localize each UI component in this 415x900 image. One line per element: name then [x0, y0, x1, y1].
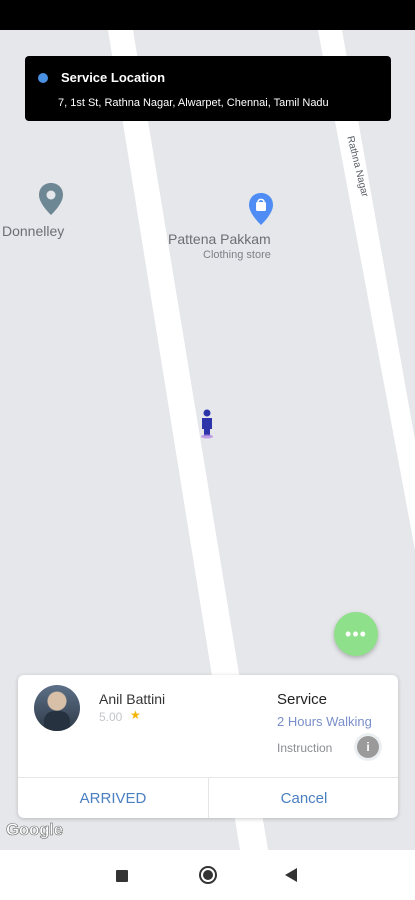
map-pin-icon[interactable] — [38, 182, 64, 216]
driver-name: Anil Battini — [99, 691, 166, 707]
info-icon[interactable]: i — [357, 736, 379, 758]
back-triangle-icon[interactable] — [285, 868, 297, 882]
arrived-button[interactable]: ARRIVED — [18, 778, 208, 818]
status-bar — [0, 0, 415, 30]
service-type: 2 Hours Walking — [277, 714, 372, 729]
person-location-icon — [201, 409, 213, 439]
poi-label-donnelley[interactable]: Donnelley — [2, 223, 64, 239]
driver-rating: 5.00 — [99, 710, 123, 724]
poi-label-pattena-pakkam[interactable]: Pattena Pakkam — [168, 231, 271, 247]
avatar — [34, 685, 80, 731]
recents-square-icon[interactable] — [116, 870, 128, 882]
navigation-bar — [0, 850, 415, 900]
more-options-button[interactable]: ••• — [334, 612, 378, 656]
location-dot-icon — [38, 73, 48, 83]
service-title: Service — [277, 691, 328, 708]
service-location-card[interactable]: Service Location 7, 1st St, Rathna Nagar… — [25, 56, 391, 121]
shopping-bag-pin-icon[interactable] — [248, 192, 274, 226]
star-icon: ★ — [130, 708, 141, 722]
more-horizontal-icon: ••• — [345, 623, 367, 644]
service-location-address: 7, 1st St, Rathna Nagar, Alwarpet, Chenn… — [58, 97, 329, 109]
service-location-title: Service Location — [61, 70, 166, 85]
google-logo: Google — [6, 820, 64, 840]
cancel-button[interactable]: Cancel — [209, 778, 399, 818]
trip-details-card: Anil Battini 5.00 ★ Service 2 Hours Walk… — [18, 675, 398, 818]
instruction-label: Instruction — [277, 741, 333, 755]
poi-subtitle-clothing-store: Clothing store — [203, 249, 271, 261]
home-circle-icon[interactable] — [199, 866, 217, 884]
